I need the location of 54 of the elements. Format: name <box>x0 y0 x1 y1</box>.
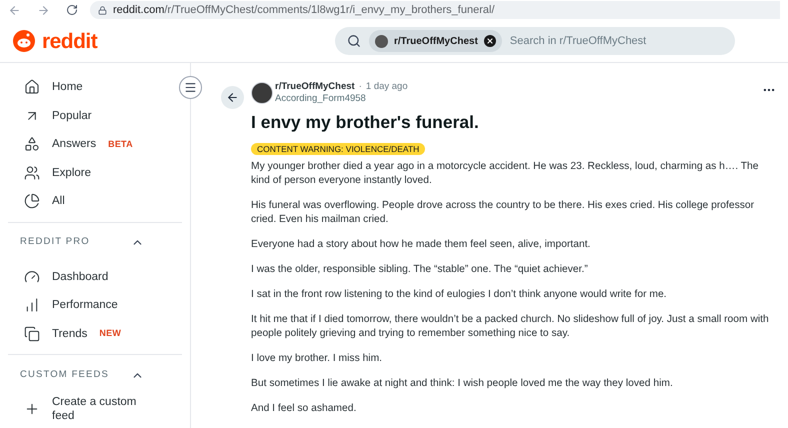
post-paragraph: And I feel so ashamed. <box>251 402 358 416</box>
community-avatar-icon <box>375 34 388 48</box>
shapes-icon <box>24 136 40 152</box>
url-text: reddit.com/r/TrueOffMyChest/comments/1l8wg1r/i_envy_my_brothers_funeral/ <box>113 2 494 18</box>
community-avatar-icon <box>251 82 273 104</box>
sidebar-item[interactable]: Create a custom feed <box>0 395 190 423</box>
post-paragraph: My younger brother died a year ago in a motorcycle accident. He was 23. Reckless, loud, charming as h…. The kind of person everyone instantly loved. <box>251 160 760 188</box>
address-bar[interactable]: reddit.com/r/TrueOffMyChest/comments/1l8wg1r/i_envy_my_brothers_funeral/ <box>90 1 780 19</box>
community-chip[interactable]: r/TrueOffMyChest <box>369 30 502 52</box>
separator-dot: · <box>358 81 362 93</box>
sidebar-item[interactable]: Answers BETA <box>0 130 172 158</box>
section-title: REDDIT PRO <box>20 235 90 250</box>
sidebar-item[interactable]: All <box>0 187 172 216</box>
post-paragraph: I sat in the front row listening to the kind of eulogies I don’t think anyone would write for me. <box>251 288 668 302</box>
sidebar-item[interactable]: Dashboard <box>0 262 172 291</box>
reload-icon[interactable] <box>66 4 78 16</box>
post-paragraph: But sometimes I lie awake at night and think: I wish people loved me the way they loved him. <box>251 377 674 391</box>
search-input[interactable]: Search in r/TrueOffMyChest <box>510 32 723 50</box>
author-link[interactable]: According_Form4958 <box>275 93 762 105</box>
stacked-squares-icon <box>24 326 40 342</box>
post-age: 1 day ago <box>366 81 408 93</box>
lock-icon <box>98 6 107 14</box>
status-label: NEW <box>99 327 122 340</box>
post-paragraph: I was the older, responsible sibling. The “stable” one. The “quiet achiever.” <box>251 263 589 277</box>
post-paragraph: Everyone had a story about how he made them feel seen, alive, important. <box>251 238 592 252</box>
sidebar-item[interactable]: Explore <box>0 158 172 187</box>
people-icon <box>24 164 40 181</box>
sidebar-toggle-button[interactable] <box>179 76 202 99</box>
bar-chart-icon <box>24 297 40 314</box>
status-label: BETA <box>108 138 133 150</box>
remove-icon[interactable] <box>484 35 496 47</box>
section-title: CUSTOM FEEDS <box>20 368 109 382</box>
sidebar-item[interactable]: Trends NEW <box>0 320 172 348</box>
gauge-icon <box>24 268 40 285</box>
menu-icon <box>184 81 197 94</box>
reddit-logo-icon <box>12 29 36 53</box>
home-icon <box>24 79 40 96</box>
back-button[interactable] <box>221 86 244 109</box>
back-arrow-icon <box>226 91 239 104</box>
back-icon[interactable] <box>8 4 21 16</box>
sidebar-item[interactable]: Performance <box>0 291 172 320</box>
sidebar-item[interactable]: Home <box>0 73 172 102</box>
post-paragraph: I love my brother. I miss him. <box>251 352 384 366</box>
search-icon <box>347 34 361 48</box>
post-title: I envy my brother's funeral. <box>251 111 480 133</box>
plus-icon <box>24 401 40 417</box>
post-paragraph: It hit me that if I died tomorrow, there wouldn’t be a packed church. No slideshow full of joy. Just a small room with people politely grieving and trying to remember something nice to say. <box>251 313 770 341</box>
post-paragraph: His funeral was overflowing. People drove across the country to be there. His exes cried. His college professor cried. Even his mailman cried. <box>251 199 756 227</box>
search-field[interactable]: r/TrueOffMyChest Search in r/TrueOffMyChest <box>335 27 735 55</box>
forward-icon[interactable] <box>37 4 50 16</box>
content-warning-flair: CONTENT WARNING: VIOLENCE/DEATH <box>251 143 426 155</box>
sidebar-item[interactable]: Popular <box>0 102 172 130</box>
community-link[interactable]: r/TrueOffMyChest <box>275 81 355 93</box>
pie-chart-icon <box>24 193 40 210</box>
